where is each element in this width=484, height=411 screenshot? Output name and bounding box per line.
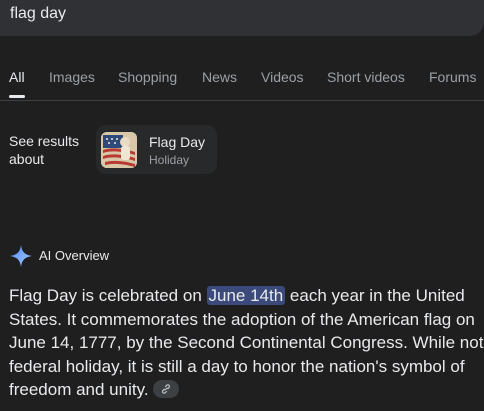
tab-short-videos[interactable]: Short videos	[327, 69, 405, 85]
search-bar[interactable]: flag day	[0, 0, 484, 36]
tab-shopping[interactable]: Shopping	[118, 69, 177, 85]
tab-videos[interactable]: Videos	[261, 69, 304, 85]
tab-forums[interactable]: Forums	[429, 69, 476, 85]
tab-images[interactable]: Images	[49, 69, 95, 85]
search-tabs: All Images Shopping News Videos Short vi…	[0, 68, 484, 98]
entity-title: Flag Day	[149, 134, 206, 150]
search-results-page: flag day All Images Shopping News Videos…	[0, 0, 484, 411]
tab-all[interactable]: All	[9, 69, 25, 85]
tabs-divider	[0, 100, 484, 101]
ai-text-before: Flag Day is celebrated on	[9, 286, 207, 305]
ai-highlight: June 14th	[206, 286, 286, 305]
search-input[interactable]: flag day	[10, 5, 66, 23]
entity-chip-flag-day[interactable]: Flag Day Holiday	[96, 125, 217, 174]
entity-subtitle: Holiday	[149, 153, 190, 167]
link-icon[interactable]	[152, 379, 179, 398]
see-results-label: See results about	[9, 133, 80, 167]
active-tab-indicator	[9, 95, 25, 98]
ai-overview-label: AI Overview	[39, 248, 110, 263]
flag-thumbnail	[101, 132, 137, 168]
sparkle-icon	[10, 245, 32, 267]
tab-news[interactable]: News	[202, 69, 237, 85]
ai-overview-text: Flag Day is celebrated on June 14th each…	[9, 284, 484, 402]
